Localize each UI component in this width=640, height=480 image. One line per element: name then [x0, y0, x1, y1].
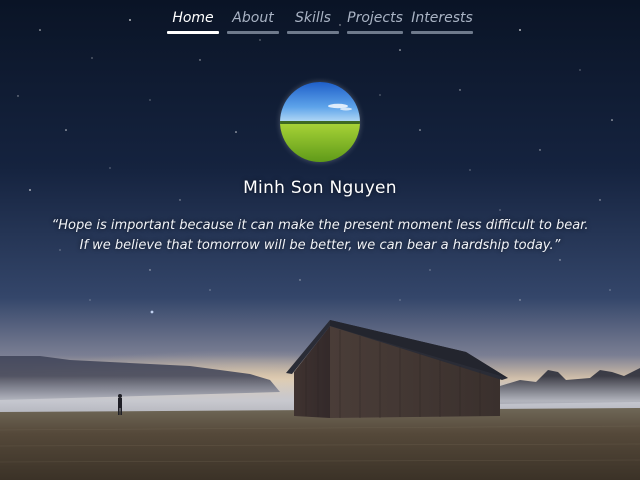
profile-name: Minh Son Nguyen [243, 178, 397, 198]
nav-interests-underline [411, 31, 473, 34]
quote-line-1: “Hope is important because it can make t… [51, 218, 589, 233]
nav-interests[interactable]: Interests [411, 8, 473, 34]
nav-projects[interactable]: Projects [347, 8, 403, 34]
nav-projects-underline [347, 31, 403, 34]
nav-skills[interactable]: Skills [287, 8, 339, 34]
nav-skills-underline [287, 31, 339, 34]
avatar [280, 82, 360, 162]
main-nav: Home About Skills Projects Interests [0, 8, 640, 34]
nav-projects-label: Projects [347, 10, 403, 26]
nav-about-underline [227, 31, 279, 34]
nav-home-underline [167, 31, 219, 34]
nav-about[interactable]: About [227, 8, 279, 34]
nav-interests-label: Interests [411, 10, 473, 26]
nav-skills-label: Skills [295, 10, 331, 26]
landscape-avatar-icon [280, 82, 360, 162]
quote: “Hope is important because it can make t… [20, 216, 620, 256]
field [0, 408, 640, 480]
nav-about-label: About [232, 10, 274, 26]
nav-home-label: Home [172, 10, 214, 26]
nav-home[interactable]: Home [167, 8, 219, 34]
quote-line-2: If we believe that tomorrow will be bett… [79, 238, 561, 253]
